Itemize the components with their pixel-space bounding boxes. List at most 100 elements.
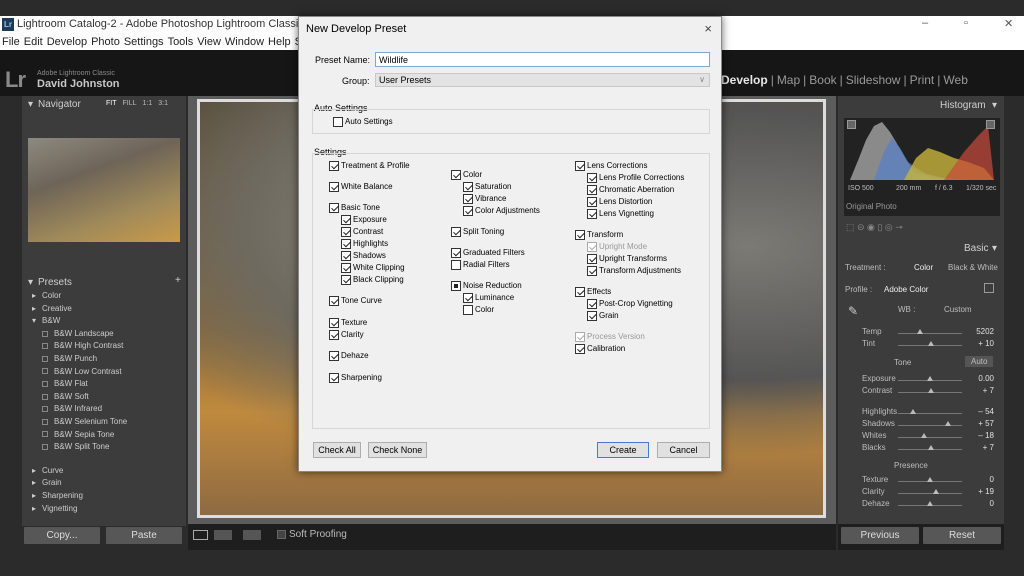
preset-item[interactable]: B&W Selenium Tone bbox=[42, 417, 127, 426]
checkbox-texture[interactable]: Texture bbox=[329, 317, 367, 328]
preset-group-creative[interactable]: ▸ Creative bbox=[32, 304, 72, 313]
navigator-title[interactable]: Navigator bbox=[38, 99, 81, 110]
checkbox-shadows[interactable]: Shadows bbox=[341, 250, 386, 261]
histogram-title[interactable]: Histogram bbox=[940, 100, 986, 111]
slider-track-temp[interactable] bbox=[898, 333, 962, 334]
profile-browser-icon[interactable] bbox=[984, 283, 994, 293]
menu-item-photo[interactable]: Photo bbox=[91, 36, 120, 48]
checkbox-radial-filters[interactable]: Radial Filters bbox=[451, 259, 510, 270]
checkbox-contrast[interactable]: Contrast bbox=[341, 226, 383, 237]
menu-item-tools[interactable]: Tools bbox=[168, 36, 194, 48]
preset-name-input[interactable] bbox=[375, 52, 710, 67]
create-button[interactable]: Create bbox=[597, 442, 649, 458]
preset-group-grain[interactable]: ▸ Grain bbox=[32, 478, 62, 487]
slider-knob-texture[interactable] bbox=[927, 477, 933, 482]
preset-group-color[interactable]: ▸ Color bbox=[32, 291, 61, 300]
module-web[interactable]: Web bbox=[943, 73, 967, 87]
menu-item-help[interactable]: Help bbox=[268, 36, 291, 48]
cancel-button[interactable]: Cancel bbox=[657, 442, 710, 458]
ya-view-icon[interactable] bbox=[243, 530, 261, 540]
slider-value-clarity[interactable]: + 19 bbox=[964, 487, 994, 496]
reset-button[interactable]: Reset bbox=[923, 527, 1001, 544]
profile-value[interactable]: Adobe Color bbox=[884, 285, 928, 294]
checkbox-saturation[interactable]: Saturation bbox=[463, 181, 511, 192]
slider-value-blacks[interactable]: + 7 bbox=[964, 443, 994, 452]
add-preset-icon[interactable]: + bbox=[175, 275, 181, 286]
slider-knob-exposure[interactable] bbox=[927, 376, 933, 381]
soft-proofing-checkbox[interactable] bbox=[277, 530, 286, 539]
group-select[interactable]: User Presets ∨ bbox=[375, 73, 710, 87]
slider-track-whites[interactable] bbox=[898, 437, 962, 438]
checkbox-color-adjustments[interactable]: Color Adjustments bbox=[463, 205, 540, 216]
slider-knob-temp[interactable] bbox=[917, 329, 924, 334]
zoom-fit[interactable]: FIT bbox=[106, 100, 117, 107]
preset-item[interactable]: B&W Low Contrast bbox=[42, 367, 122, 376]
minimize-button[interactable]: – bbox=[922, 17, 928, 29]
menu-item-view[interactable]: View bbox=[197, 36, 221, 48]
preset-group-sharpening[interactable]: ▸ Sharpening bbox=[32, 491, 83, 500]
slider-value-temp[interactable]: 5202 bbox=[964, 327, 994, 336]
preset-item[interactable]: B&W High Contrast bbox=[42, 341, 123, 350]
zoom-3-1[interactable]: 3:1 bbox=[158, 100, 168, 107]
menu-item-develop[interactable]: Develop bbox=[47, 36, 87, 48]
slider-track-clarity[interactable] bbox=[898, 493, 962, 494]
auto-settings-checkbox[interactable]: Auto Settings bbox=[333, 116, 393, 127]
dialog-close-icon[interactable]: × bbox=[704, 21, 712, 36]
checkbox-noise-reduction[interactable]: Noise Reduction bbox=[451, 280, 522, 291]
slider-knob-shadows[interactable] bbox=[944, 421, 951, 426]
module-develop[interactable]: Develop bbox=[721, 73, 768, 87]
checkbox-vibrance[interactable]: Vibrance bbox=[463, 193, 506, 204]
slider-knob-highlights[interactable] bbox=[909, 409, 916, 414]
checkbox-luminance[interactable]: Luminance bbox=[463, 292, 514, 303]
slider-value-shadows[interactable]: + 57 bbox=[964, 419, 994, 428]
wb-value[interactable]: Custom bbox=[944, 305, 972, 314]
checkbox-effects[interactable]: Effects bbox=[575, 286, 611, 297]
presets-collapse-icon[interactable]: ▾ bbox=[28, 277, 33, 288]
checkbox-lens-distortion[interactable]: Lens Distortion bbox=[587, 196, 652, 207]
check-none-button[interactable]: Check None bbox=[368, 442, 427, 458]
auto-button[interactable]: Auto bbox=[965, 356, 994, 367]
checkbox-clarity[interactable]: Clarity bbox=[329, 329, 364, 340]
module-slideshow[interactable]: Slideshow bbox=[846, 73, 901, 87]
module-print[interactable]: Print bbox=[910, 73, 935, 87]
zoom-1-1[interactable]: 1:1 bbox=[143, 100, 153, 107]
slider-knob-blacks[interactable] bbox=[928, 445, 935, 450]
checkbox-post-crop-vignetting[interactable]: Post-Crop Vignetting bbox=[587, 298, 673, 309]
slider-knob-clarity[interactable] bbox=[933, 489, 940, 494]
preset-item[interactable]: B&W Infrared bbox=[42, 404, 102, 413]
checkbox-tone-curve[interactable]: Tone Curve bbox=[329, 295, 382, 306]
before-after-view-icon[interactable] bbox=[214, 530, 232, 540]
preset-item[interactable]: B&W Split Tone bbox=[42, 442, 109, 451]
preset-group-vignetting[interactable]: ▸ Vignetting bbox=[32, 504, 77, 513]
menu-item-file[interactable]: File bbox=[2, 36, 20, 48]
loupe-view-icon[interactable] bbox=[193, 530, 208, 540]
preset-item[interactable]: B&W Sepia Tone bbox=[42, 430, 114, 439]
shadow-clipping-icon[interactable] bbox=[847, 120, 856, 129]
basic-title[interactable]: Basic bbox=[964, 243, 988, 254]
paste-button[interactable]: Paste bbox=[106, 527, 182, 544]
checkbox-lens-corrections[interactable]: Lens Corrections bbox=[575, 160, 647, 171]
preset-item[interactable]: B&W Flat bbox=[42, 379, 88, 388]
slider-knob-whites[interactable] bbox=[921, 433, 928, 438]
checkbox-transform[interactable]: Transform bbox=[575, 229, 623, 240]
slider-knob-dehaze[interactable] bbox=[927, 501, 933, 506]
checkbox-calibration[interactable]: Calibration bbox=[575, 343, 625, 354]
slider-value-contrast[interactable]: + 7 bbox=[964, 386, 994, 395]
checkbox-exposure[interactable]: Exposure bbox=[341, 214, 387, 225]
checkbox-sharpening[interactable]: Sharpening bbox=[329, 372, 382, 383]
slider-value-dehaze[interactable]: 0 bbox=[964, 499, 994, 508]
navigator-thumbnail[interactable] bbox=[28, 138, 180, 242]
checkbox-white-clipping[interactable]: White Clipping bbox=[341, 262, 405, 273]
checkbox-lens-profile-corrections[interactable]: Lens Profile Corrections bbox=[587, 172, 684, 183]
histogram-collapse-icon[interactable]: ▾ bbox=[992, 100, 997, 111]
navigator-collapse-icon[interactable]: ▾ bbox=[28, 99, 33, 110]
preset-group-bw[interactable]: ▾ B&W bbox=[32, 316, 60, 325]
slider-knob-contrast[interactable] bbox=[928, 388, 935, 393]
module-map[interactable]: Map bbox=[777, 73, 800, 87]
slider-value-whites[interactable]: – 18 bbox=[964, 431, 994, 440]
checkbox-chromatic-aberration[interactable]: Chromatic Aberration bbox=[587, 184, 674, 195]
checkbox-color[interactable]: Color bbox=[451, 169, 482, 180]
checkbox-black-clipping[interactable]: Black Clipping bbox=[341, 274, 404, 285]
checkbox-upright-transforms[interactable]: Upright Transforms bbox=[587, 253, 667, 264]
checkbox-basic-tone[interactable]: Basic Tone bbox=[329, 202, 380, 213]
